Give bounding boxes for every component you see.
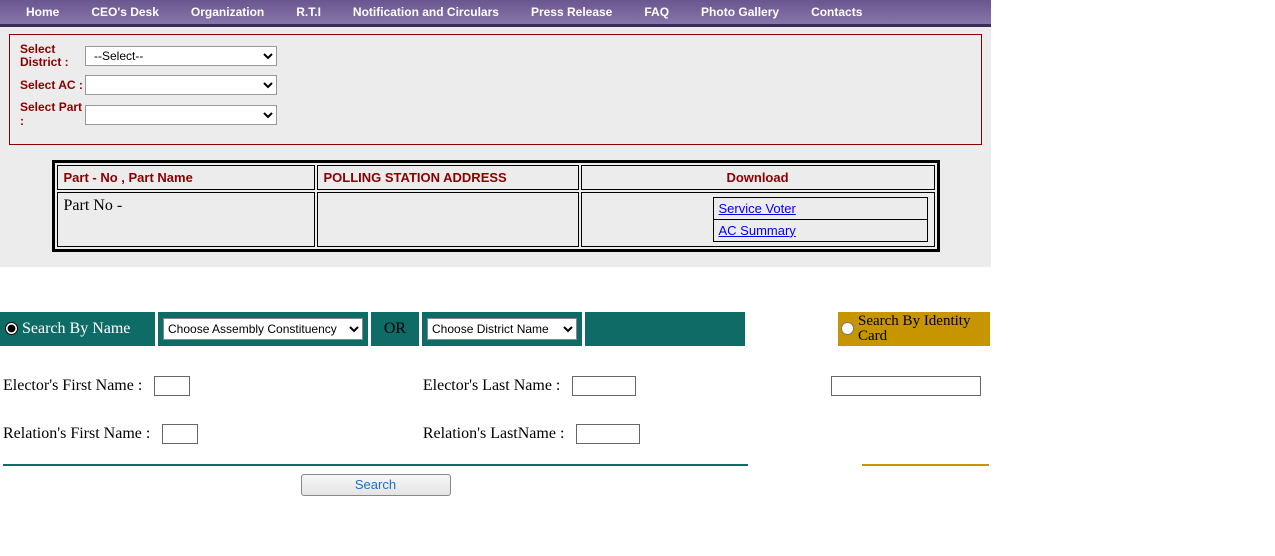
district-label: Select District : — [20, 43, 85, 69]
filter-section: Select District : --Select-- Select AC :… — [0, 27, 991, 145]
th-part: Part - No , Part Name — [57, 165, 315, 190]
nav-notifications[interactable]: Notification and Circulars — [337, 5, 515, 19]
service-voter-link[interactable]: Service Voter — [719, 201, 796, 216]
ac-select[interactable] — [85, 75, 277, 95]
relation-last-name-label: Relation's LastName : — [423, 425, 565, 443]
nav-home[interactable]: Home — [10, 5, 75, 19]
teal-divider — [3, 464, 748, 466]
search-section: Search By Name Choose Assembly Constitue… — [0, 312, 990, 496]
identity-card-input[interactable] — [831, 376, 981, 396]
search-button[interactable]: Search — [301, 474, 451, 496]
th-download: Download — [581, 165, 935, 190]
nav-ceo-desk[interactable]: CEO's Desk — [75, 5, 175, 19]
elector-first-name-label: Elector's First Name : — [3, 377, 142, 395]
results-table: Part - No , Part Name POLLING STATION AD… — [52, 160, 940, 252]
nav-faq[interactable]: FAQ — [628, 5, 685, 19]
part-label: Select Part : — [20, 101, 85, 127]
search-by-name-cell[interactable]: Search By Name — [0, 312, 155, 346]
ac-label: Select AC : — [20, 79, 85, 92]
top-nav: Home CEO's Desk Organization R.T.I Notif… — [0, 0, 991, 27]
nav-organization[interactable]: Organization — [175, 5, 280, 19]
elector-last-name-label: Elector's Last Name : — [423, 377, 561, 395]
search-by-id-radio[interactable] — [841, 322, 854, 335]
nav-rti[interactable]: R.T.I — [280, 5, 337, 19]
part-select[interactable] — [85, 105, 277, 125]
elector-first-name-input[interactable] — [154, 376, 190, 396]
teal-blank — [585, 312, 745, 346]
search-by-name-label: Search By Name — [22, 320, 130, 338]
relation-first-name-label: Relation's First Name : — [3, 425, 150, 443]
relation-last-name-input[interactable] — [576, 424, 640, 444]
district-name-select[interactable]: Choose District Name — [427, 318, 577, 340]
gold-divider — [862, 464, 989, 466]
nav-press-release[interactable]: Press Release — [515, 5, 628, 19]
district-select[interactable]: --Select-- — [85, 46, 277, 66]
search-by-id-cell[interactable]: Search By Identity Card — [838, 312, 990, 346]
nav-photo-gallery[interactable]: Photo Gallery — [685, 5, 795, 19]
search-by-id-label: Search By Identity Card — [858, 314, 987, 344]
polling-address-cell — [317, 192, 579, 247]
nav-contacts[interactable]: Contacts — [795, 5, 878, 19]
elector-last-name-input[interactable] — [572, 376, 636, 396]
search-by-name-radio[interactable] — [5, 322, 18, 335]
relation-first-name-input[interactable] — [162, 424, 198, 444]
results-table-section: Part - No , Part Name POLLING STATION AD… — [0, 145, 991, 267]
table-row: Part No - Service Voter AC Summary — [57, 192, 935, 247]
assembly-constituency-select[interactable]: Choose Assembly Constituency — [163, 318, 363, 340]
or-label: OR — [371, 312, 419, 346]
th-polling: POLLING STATION ADDRESS — [317, 165, 579, 190]
part-no-text: Part No - — [64, 197, 123, 214]
ac-summary-link[interactable]: AC Summary — [719, 223, 796, 238]
